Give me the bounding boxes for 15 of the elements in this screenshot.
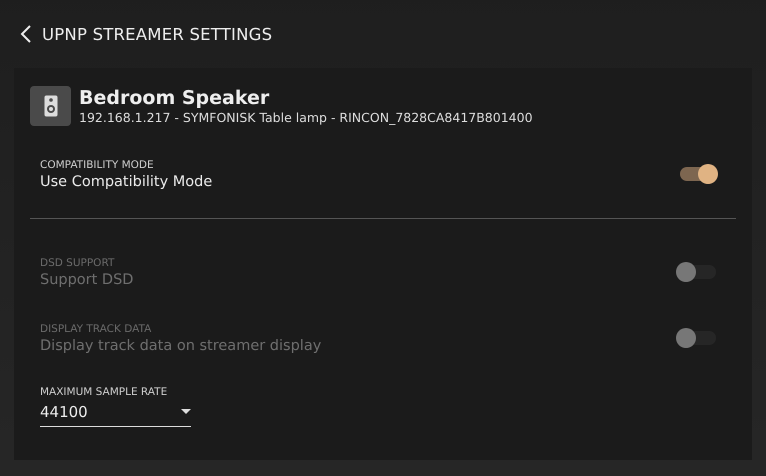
- setting-label: COMPATIBILITY MODE: [40, 158, 155, 170]
- back-button[interactable]: [20, 24, 32, 44]
- page-title: UPNP STREAMER SETTINGS: [42, 24, 272, 44]
- device-name: Bedroom Speaker: [79, 87, 270, 109]
- dropdown-caret-icon: [181, 409, 191, 414]
- speaker-icon: [30, 86, 71, 126]
- setting-text: Display track data on streamer display: [40, 338, 322, 354]
- setting-text: Support DSD: [40, 272, 134, 288]
- sample-rate-select[interactable]: 44100: [40, 400, 191, 426]
- setting-text: Use Compatibility Mode: [40, 174, 212, 190]
- device-details: 192.168.1.217 - SYMFONISK Table lamp - RINCON_7828CA8417B801400: [79, 110, 533, 125]
- setting-label: DSD SUPPORT: [40, 256, 116, 268]
- setting-label: DISPLAY TRACK DATA: [40, 322, 152, 334]
- back-icon: [20, 24, 32, 44]
- setting-label: MAXIMUM SAMPLE RATE: [40, 386, 168, 398]
